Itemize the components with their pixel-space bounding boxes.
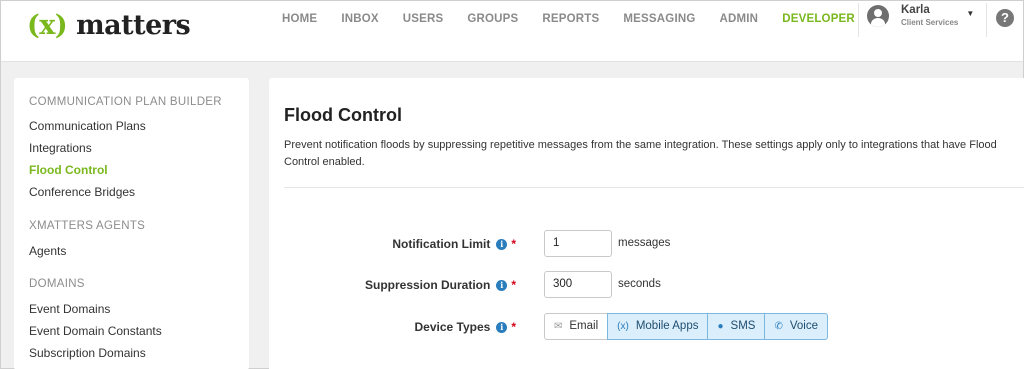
user-name: Karla <box>901 4 930 17</box>
sidebar-item-agents[interactable]: Agents <box>29 244 66 258</box>
xmatters-icon: (x) <box>617 321 629 332</box>
nav-users[interactable]: USERS <box>403 13 444 25</box>
sidebar-item-event-domains[interactable]: Event Domains <box>29 302 110 316</box>
device-types-toggle-group: ✉ Email (x) Mobile Apps ● SMS ✆ Voice <box>544 313 828 340</box>
divider <box>284 187 1024 188</box>
divider <box>986 3 987 37</box>
nav-inbox[interactable]: INBOX <box>341 13 378 25</box>
sidebar-item-flood-control[interactable]: Flood Control <box>29 163 108 177</box>
suppression-duration-input[interactable]: 300 <box>544 271 612 298</box>
sidebar-section-title: DOMAINS <box>29 278 85 290</box>
required-mark: * <box>511 237 516 251</box>
user-role: Client Services <box>901 17 959 27</box>
notification-limit-input[interactable]: 1 <box>544 230 612 257</box>
device-type-mobile-apps-button[interactable]: (x) Mobile Apps <box>607 313 709 340</box>
nav-messaging[interactable]: MESSAGING <box>623 13 695 25</box>
suppression-duration-unit: seconds <box>618 278 661 290</box>
nav-admin[interactable]: ADMIN <box>720 13 759 25</box>
notification-limit-label: Notification Limit i * <box>392 237 516 251</box>
nav-developer[interactable]: DEVELOPER <box>782 13 855 25</box>
device-type-voice-button[interactable]: ✆ Voice <box>764 313 828 340</box>
phone-icon: ✆ <box>774 321 783 332</box>
sidebar-item-event-domain-constants[interactable]: Event Domain Constants <box>29 324 162 338</box>
chevron-down-icon: ▼ <box>966 8 975 18</box>
device-types-label: Device Types i * <box>414 320 517 334</box>
user-menu[interactable]: Karla Client Services ▼ <box>867 5 974 27</box>
xmatters-logo[interactable]: (x) matters <box>27 10 191 41</box>
divider <box>858 3 859 37</box>
nav-home[interactable]: HOME <box>282 13 317 25</box>
sidebar-section-title: XMATTERS AGENTS <box>29 220 146 232</box>
mail-icon: ✉ <box>554 321 563 332</box>
notification-limit-unit: messages <box>618 237 671 249</box>
sidebar-section-title: COMMUNICATION PLAN BUILDER <box>29 96 222 108</box>
page-title: Flood Control <box>284 105 402 125</box>
required-mark: * <box>511 278 516 292</box>
nav-reports[interactable]: REPORTS <box>542 13 599 25</box>
device-type-email-button[interactable]: ✉ Email <box>544 313 609 340</box>
sidebar-item-integrations[interactable]: Integrations <box>29 141 92 155</box>
info-icon[interactable]: i <box>496 280 508 291</box>
avatar <box>867 5 889 27</box>
info-icon[interactable]: i <box>496 239 508 250</box>
page-description: Prevent notification floods by suppressi… <box>284 139 997 168</box>
sidebar-item-communication-plans[interactable]: Communication Plans <box>29 119 146 133</box>
help-icon[interactable]: ? <box>996 9 1014 27</box>
suppression-duration-label: Suppression Duration i * <box>364 278 516 292</box>
sidebar-item-subscription-domains[interactable]: Subscription Domains <box>29 346 146 360</box>
main-nav: HOME INBOX USERS GROUPS REPORTS MESSAGIN… <box>282 1 879 37</box>
top-bar: (x) matters HOME INBOX USERS GROUPS REPO… <box>1 1 1023 62</box>
sidebar: COMMUNICATION PLAN BUILDER Communication… <box>14 78 249 369</box>
chat-bubble-icon: ● <box>717 321 724 332</box>
nav-groups[interactable]: GROUPS <box>467 13 518 25</box>
info-icon[interactable]: i <box>496 322 508 333</box>
required-mark: * <box>511 320 516 334</box>
sidebar-item-conference-bridges[interactable]: Conference Bridges <box>29 185 135 199</box>
main-panel: Flood Control Prevent notification flood… <box>269 78 1024 369</box>
device-type-sms-button[interactable]: ● SMS <box>707 313 766 340</box>
